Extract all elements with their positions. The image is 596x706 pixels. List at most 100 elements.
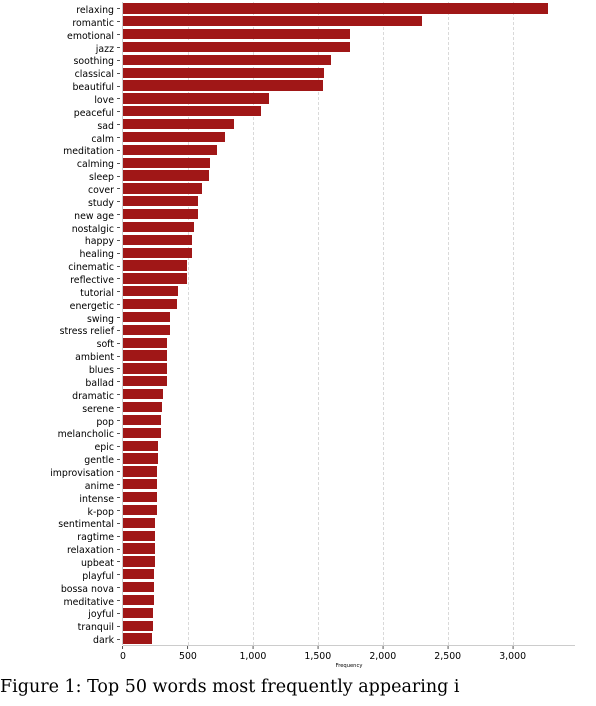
x-tick: 500 — [179, 646, 197, 662]
y-axis-label-row: romantic — [0, 15, 120, 28]
y-axis-label-row: serene — [0, 401, 120, 414]
bar[interactable] — [123, 80, 324, 91]
bar[interactable] — [123, 466, 158, 477]
bar-row — [123, 221, 575, 234]
bar[interactable] — [123, 350, 168, 361]
y-axis-label-row: tutorial — [0, 285, 120, 298]
bar[interactable] — [123, 16, 422, 27]
y-tick-mark — [117, 471, 120, 473]
bar[interactable] — [123, 260, 188, 271]
bar[interactable] — [123, 440, 159, 451]
bar[interactable] — [123, 401, 162, 413]
y-axis-label-row: ragtime — [0, 529, 120, 543]
y-tick-mark — [117, 265, 120, 267]
bar[interactable] — [123, 620, 153, 631]
bar[interactable] — [123, 131, 225, 143]
bar[interactable] — [123, 221, 194, 233]
y-tick-mark — [117, 72, 120, 74]
bar-row — [123, 66, 575, 79]
bar-row — [123, 388, 575, 401]
bar[interactable] — [123, 311, 171, 323]
bar[interactable] — [123, 157, 211, 168]
bar-row — [123, 233, 575, 246]
bar[interactable] — [123, 93, 270, 104]
bar[interactable] — [123, 119, 235, 130]
bar[interactable] — [123, 144, 218, 156]
bar[interactable] — [123, 363, 167, 374]
bar-row — [123, 272, 575, 285]
y-tick-mark — [117, 394, 120, 396]
bar[interactable] — [123, 234, 193, 246]
bar[interactable] — [123, 530, 156, 541]
y-axis-label-row: cinematic — [0, 259, 120, 273]
bar-series — [123, 2, 575, 645]
bar[interactable] — [123, 427, 161, 438]
bar-row — [123, 426, 575, 439]
bar-row — [123, 182, 575, 195]
bar[interactable] — [123, 324, 170, 336]
x-tick-label: 2,500 — [434, 651, 462, 662]
bar[interactable] — [123, 41, 351, 53]
y-tick-mark — [117, 561, 120, 563]
bar[interactable] — [123, 517, 156, 528]
bar[interactable] — [123, 607, 153, 618]
bar[interactable] — [123, 581, 155, 593]
bar[interactable] — [123, 491, 157, 503]
y-axis-label-row: calming — [0, 156, 120, 170]
bar[interactable] — [123, 196, 199, 207]
bar[interactable] — [123, 170, 210, 181]
y-axis-label: dark — [93, 635, 114, 647]
y-axis-label-row: sentimental — [0, 516, 120, 530]
y-tick-mark — [117, 278, 120, 280]
bar[interactable] — [123, 337, 168, 348]
bar-row — [123, 259, 575, 272]
y-tick-mark — [117, 329, 120, 331]
y-axis-label-row: new age — [0, 208, 120, 221]
bar[interactable] — [123, 183, 203, 194]
bar[interactable] — [123, 29, 351, 40]
bar[interactable] — [123, 543, 155, 554]
bar-row — [123, 15, 575, 28]
x-tick: 0 — [120, 646, 126, 662]
bar[interactable] — [123, 504, 157, 516]
bar[interactable] — [123, 556, 155, 567]
y-tick-mark — [117, 381, 120, 383]
y-axis-label-row: upbeat — [0, 555, 120, 568]
y-tick-mark — [117, 21, 120, 23]
y-tick-mark — [117, 201, 120, 203]
bar[interactable] — [123, 389, 164, 400]
bar[interactable] — [123, 299, 177, 310]
y-tick-mark — [117, 149, 120, 151]
bar[interactable] — [123, 453, 158, 464]
bar[interactable] — [123, 106, 261, 117]
y-axis-label-row: peaceful — [0, 105, 120, 118]
bar[interactable] — [123, 569, 155, 580]
y-tick-mark — [117, 162, 120, 164]
bar[interactable] — [123, 286, 178, 297]
bar[interactable] — [123, 3, 548, 14]
bar-row — [123, 143, 575, 156]
bar-row — [123, 53, 575, 66]
bar-row — [123, 285, 575, 298]
bar[interactable] — [123, 67, 324, 78]
bar[interactable] — [123, 414, 162, 426]
x-tick: 2,500 — [434, 646, 461, 662]
bar-row — [123, 28, 575, 41]
bar[interactable] — [123, 594, 154, 606]
bar[interactable] — [123, 54, 331, 65]
y-tick-mark — [117, 522, 120, 524]
bar-row — [123, 246, 575, 259]
bar[interactable] — [123, 273, 187, 284]
bar-row — [123, 439, 575, 452]
bar[interactable] — [123, 209, 198, 220]
y-tick-mark — [117, 47, 120, 48]
bar-row — [123, 504, 575, 517]
y-axis-label-row: dark — [0, 632, 120, 647]
bar[interactable] — [123, 479, 158, 490]
bar[interactable] — [123, 633, 152, 644]
y-axis-label-row: playful — [0, 568, 120, 581]
bar[interactable] — [123, 247, 192, 258]
y-tick-mark — [117, 445, 120, 447]
bar[interactable] — [123, 376, 167, 387]
bar-row — [123, 131, 575, 144]
